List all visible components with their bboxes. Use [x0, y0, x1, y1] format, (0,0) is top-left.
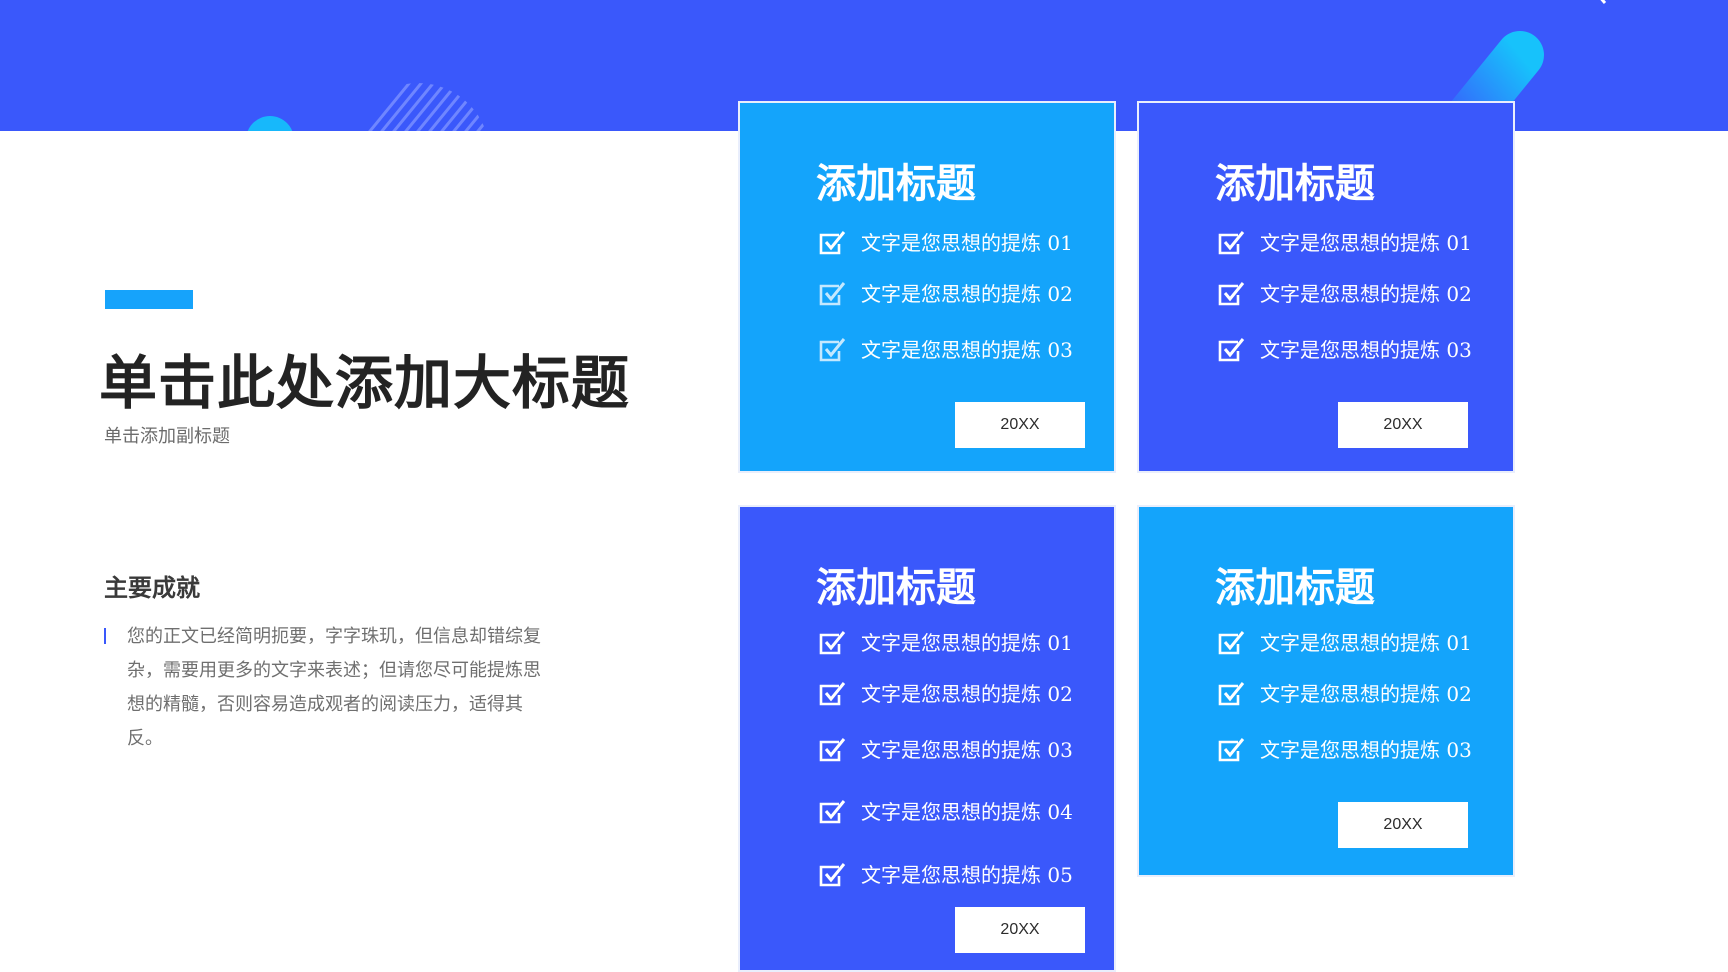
body-marker [104, 628, 106, 644]
card-title: 添加标题 [816, 564, 976, 611]
checkbox-icon [819, 799, 846, 823]
card-2: 添加标题 文字是您思想的提炼 01 文字是您思想的提炼 02 文字是您思想的提炼… [1137, 101, 1515, 473]
list-item: 文字是您思想的提炼 01 [1217, 227, 1472, 256]
card-1: 添加标题 文字是您思想的提炼 01 文字是您思想的提炼 02 文字是您思想的提炼… [738, 101, 1116, 473]
list-item: 文字是您思想的提炼 04 [818, 796, 1073, 825]
list-item-label: 文字是您思想的提炼 03 [861, 338, 1073, 362]
list-item: 文字是您思想的提炼 01 [1217, 627, 1472, 656]
card-title: 添加标题 [1215, 160, 1375, 207]
checkbox-icon [1218, 630, 1245, 654]
year-button[interactable]: 20XX [1338, 402, 1468, 448]
checkbox-icon [1218, 281, 1245, 305]
checkbox-icon [819, 337, 846, 361]
card-3: 添加标题 文字是您思想的提炼 01 文字是您思想的提炼 02 文字是您思想的提炼… [738, 505, 1116, 972]
list-item: 文字是您思想的提炼 03 [818, 734, 1073, 763]
checkbox-icon [819, 681, 846, 705]
list-item: 文字是您思想的提炼 02 [1217, 678, 1472, 707]
section-title: 主要成就 [104, 573, 200, 602]
checkbox-icon [819, 230, 846, 254]
list-item: 文字是您思想的提炼 01 [818, 627, 1073, 656]
list-item-label: 文字是您思想的提炼 02 [1260, 682, 1472, 706]
list-item: 文字是您思想的提炼 02 [818, 278, 1073, 307]
list-item-label: 文字是您思想的提炼 03 [861, 738, 1073, 762]
list-item-label: 文字是您思想的提炼 01 [1260, 231, 1472, 255]
checkbox-icon [819, 281, 846, 305]
page-subtitle: 单击添加副标题 [104, 426, 230, 447]
list-item: 文字是您思想的提炼 03 [818, 334, 1073, 363]
list-item-label: 文字是您思想的提炼 02 [861, 682, 1073, 706]
list-item-label: 文字是您思想的提炼 04 [861, 800, 1073, 824]
accent-bar [105, 290, 193, 309]
card-title: 添加标题 [816, 160, 976, 207]
list-item-label: 文字是您思想的提炼 01 [861, 231, 1073, 255]
list-item: 文字是您思想的提炼 02 [1217, 278, 1472, 307]
section-body: 您的正文已经简明扼要，字字珠玑，但信息却错综复杂，需要用更多的文字来表述；但请您… [127, 626, 541, 749]
checkbox-icon [1218, 681, 1245, 705]
list-item-label: 文字是您思想的提炼 03 [1260, 738, 1472, 762]
checkbox-icon [1218, 737, 1245, 761]
card-4: 添加标题 文字是您思想的提炼 01 文字是您思想的提炼 02 文字是您思想的提炼… [1137, 505, 1515, 877]
list-item-label: 文字是您思想的提炼 01 [861, 631, 1073, 655]
list-item-label: 文字是您思想的提炼 05 [861, 863, 1073, 887]
list-item-label: 文字是您思想的提炼 02 [861, 282, 1073, 306]
checkbox-icon [1218, 230, 1245, 254]
list-item: 文字是您思想的提炼 05 [818, 859, 1073, 888]
list-item-label: 文字是您思想的提炼 01 [1260, 631, 1472, 655]
page-title: 单击此处添加大标题 [99, 349, 631, 417]
list-item-label: 文字是您思想的提炼 02 [1260, 282, 1472, 306]
list-item: 文字是您思想的提炼 02 [818, 678, 1073, 707]
year-button[interactable]: 20XX [1338, 802, 1468, 848]
list-item: 文字是您思想的提炼 03 [1217, 734, 1472, 763]
list-item: 文字是您思想的提炼 03 [1217, 334, 1472, 363]
list-item: 文字是您思想的提炼 01 [818, 227, 1073, 256]
checkbox-icon [819, 862, 846, 886]
card-title: 添加标题 [1215, 564, 1375, 611]
checkbox-icon [1218, 337, 1245, 361]
list-item-label: 文字是您思想的提炼 03 [1260, 338, 1472, 362]
checkbox-icon [819, 737, 846, 761]
year-button[interactable]: 20XX [955, 907, 1085, 953]
checkbox-icon [819, 630, 846, 654]
year-button[interactable]: 20XX [955, 402, 1085, 448]
